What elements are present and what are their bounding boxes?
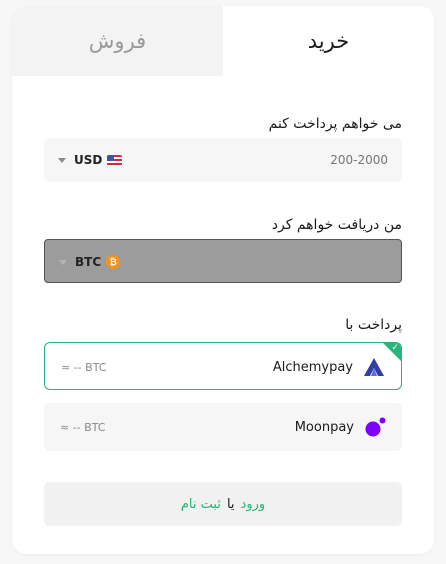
tab-sell[interactable]: فروش <box>12 6 223 76</box>
pay-amount-input[interactable] <box>208 138 388 182</box>
receive-field: BTC ₿ <box>44 239 402 283</box>
provider-name: Moonpay <box>294 419 354 435</box>
tab-buy[interactable]: خرید <box>223 6 434 76</box>
provider-quote: ≈ -- BTC <box>61 360 107 374</box>
bitcoin-icon: ₿ <box>106 255 121 269</box>
moonpay-icon <box>365 417 386 437</box>
pay-field: USD <box>44 138 402 182</box>
us-flag-icon <box>107 154 123 166</box>
pay-label: می خواهم پرداخت کنم <box>268 116 402 132</box>
payment-label: پرداخت با <box>345 317 402 333</box>
auth-separator: یا <box>226 496 235 512</box>
exchange-card: فروش خرید می خواهم پرداخت کنم USD من دری… <box>12 6 434 554</box>
receive-label: من دریافت خواهم کرد <box>271 217 402 233</box>
chevron-down-icon <box>58 157 66 163</box>
auth-box: ورود یا ثبت نام <box>44 482 402 526</box>
pay-currency-code: USD <box>74 153 103 167</box>
chevron-down-icon <box>59 259 67 265</box>
provider-name: Alchemypay <box>272 359 353 375</box>
check-icon: ✓ <box>391 343 399 353</box>
buy-sell-tabs: فروش خرید <box>12 6 434 76</box>
register-link[interactable]: ثبت نام <box>181 497 221 512</box>
receive-currency-select[interactable]: BTC ₿ <box>59 240 121 284</box>
provider-alchemypay[interactable]: ≈ -- BTC Alchemypay ✓ <box>44 342 402 390</box>
login-link[interactable]: ورود <box>241 497 266 512</box>
provider-moonpay[interactable]: ≈ -- BTC Moonpay <box>44 403 402 451</box>
pay-currency-select[interactable]: USD <box>58 138 123 182</box>
receive-currency-code: BTC <box>75 255 102 269</box>
provider-quote: ≈ -- BTC <box>60 420 106 434</box>
